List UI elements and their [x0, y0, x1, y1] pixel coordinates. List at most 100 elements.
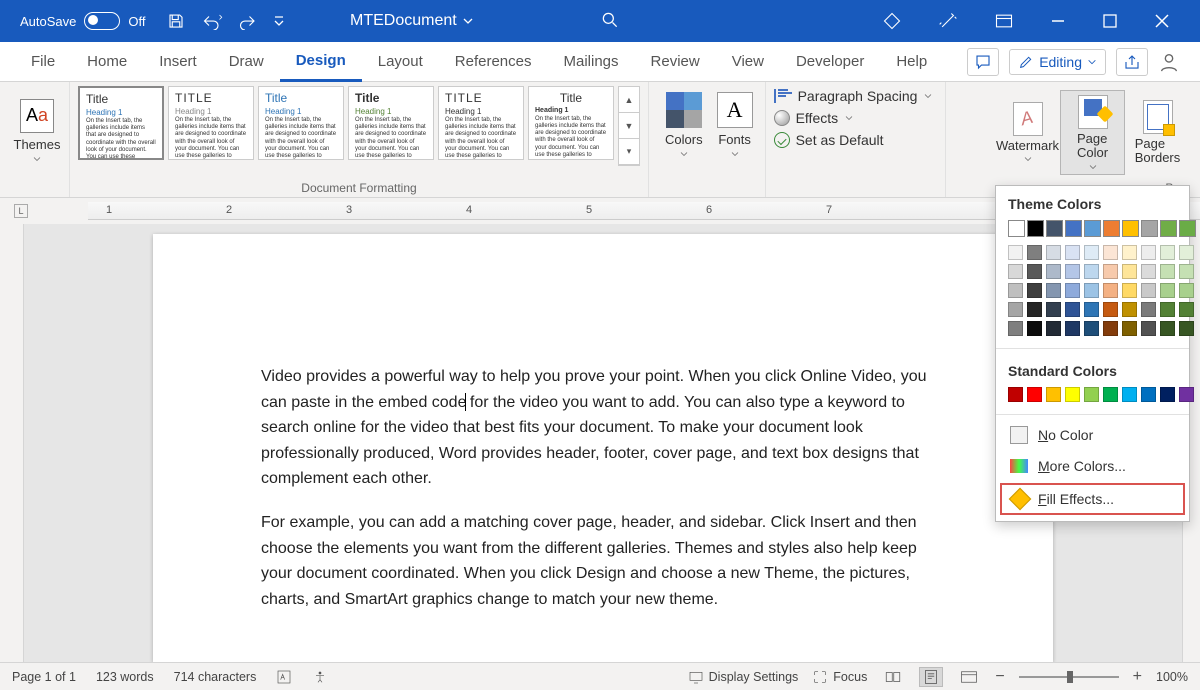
color-swatch[interactable] [1084, 387, 1099, 402]
color-swatch[interactable] [1027, 302, 1042, 317]
close-icon[interactable] [1154, 13, 1170, 29]
color-swatch[interactable] [1046, 283, 1061, 298]
color-swatch[interactable] [1027, 245, 1042, 260]
color-swatch[interactable] [1103, 220, 1120, 237]
color-swatch[interactable] [1065, 321, 1080, 336]
color-swatch[interactable] [1084, 283, 1099, 298]
color-swatch[interactable] [1122, 220, 1139, 237]
color-swatch[interactable] [1179, 302, 1194, 317]
color-swatch[interactable] [1065, 264, 1080, 279]
document-title[interactable]: MTEDocument [350, 12, 474, 30]
color-swatch[interactable] [1160, 302, 1175, 317]
qat-customize-icon[interactable] [273, 15, 285, 27]
share-button[interactable] [1116, 48, 1148, 76]
color-swatch[interactable] [1065, 220, 1082, 237]
page-color-button[interactable]: PageColor [1060, 90, 1125, 175]
color-swatch[interactable] [1084, 220, 1101, 237]
zoom-level[interactable]: 100% [1156, 670, 1188, 684]
color-swatch[interactable] [1027, 321, 1042, 336]
tab-view[interactable]: View [716, 42, 780, 82]
page-borders-button[interactable]: PageBorders [1125, 90, 1190, 175]
tab-draw[interactable]: Draw [213, 42, 280, 82]
style-card[interactable]: TitleHeading 1On the Insert tab, the gal… [78, 86, 164, 160]
color-swatch[interactable] [1122, 283, 1137, 298]
minimize-icon[interactable] [1050, 13, 1066, 29]
no-color-item[interactable]: No Color [996, 419, 1189, 451]
set-as-default-button[interactable]: Set as Default [774, 132, 934, 148]
fill-effects-item[interactable]: Fill Effects... [1000, 483, 1185, 515]
color-swatch[interactable] [1160, 245, 1175, 260]
tab-insert[interactable]: Insert [143, 42, 213, 82]
color-swatch[interactable] [1141, 245, 1156, 260]
color-swatch[interactable] [1008, 321, 1023, 336]
color-swatch[interactable] [1179, 387, 1194, 402]
color-swatch[interactable] [1103, 245, 1118, 260]
tab-mailings[interactable]: Mailings [548, 42, 635, 82]
document-page[interactable]: Video provides a powerful way to help yo… [153, 234, 1053, 662]
color-swatch[interactable] [1027, 264, 1042, 279]
color-swatch[interactable] [1027, 220, 1044, 237]
watermark-button[interactable]: Watermark [995, 90, 1060, 175]
redo-icon[interactable] [239, 12, 257, 30]
color-swatch[interactable] [1103, 387, 1118, 402]
maximize-icon[interactable] [1102, 13, 1118, 29]
zoom-in-button[interactable]: + [1133, 668, 1142, 686]
wand-icon[interactable] [938, 11, 958, 31]
color-swatch[interactable] [1046, 387, 1061, 402]
save-icon[interactable] [167, 12, 185, 30]
color-swatch[interactable] [1141, 387, 1156, 402]
color-swatch[interactable] [1046, 321, 1061, 336]
character-count[interactable]: 714 characters [174, 670, 257, 684]
display-settings-button[interactable]: Display Settings [688, 669, 799, 685]
more-colors-item[interactable]: More Colors... [996, 451, 1189, 481]
color-swatch[interactable] [1141, 321, 1156, 336]
spelling-icon[interactable] [276, 669, 292, 685]
style-card[interactable]: TITLEHeading 1On the Insert tab, the gal… [168, 86, 254, 160]
diamond-icon[interactable] [882, 11, 902, 31]
style-card[interactable]: TitleHeading 1On the Insert tab, the gal… [258, 86, 344, 160]
color-swatch[interactable] [1103, 283, 1118, 298]
color-swatch[interactable] [1160, 264, 1175, 279]
color-swatch[interactable] [1103, 302, 1118, 317]
color-swatch[interactable] [1160, 220, 1177, 237]
style-card[interactable]: TitleHeading 1On the Insert tab, the gal… [348, 86, 434, 160]
color-swatch[interactable] [1065, 387, 1080, 402]
style-gallery[interactable]: TitleHeading 1On the Insert tab, the gal… [78, 86, 640, 166]
color-swatch[interactable] [1179, 264, 1194, 279]
style-card[interactable]: TITLEHeading 1On the Insert tab, the gal… [438, 86, 524, 160]
search-button[interactable] [600, 10, 620, 33]
color-swatch[interactable] [1122, 321, 1137, 336]
autosave-toggle[interactable]: AutoSave Off [20, 12, 145, 30]
color-swatch[interactable] [1065, 283, 1080, 298]
color-swatch[interactable] [1008, 264, 1023, 279]
color-swatch[interactable] [1141, 283, 1156, 298]
tab-review[interactable]: Review [635, 42, 716, 82]
color-swatch[interactable] [1046, 264, 1061, 279]
color-swatch[interactable] [1141, 220, 1158, 237]
color-swatch[interactable] [1027, 387, 1042, 402]
color-swatch[interactable] [1046, 245, 1061, 260]
color-swatch[interactable] [1084, 245, 1099, 260]
color-swatch[interactable] [1008, 245, 1023, 260]
ribbon-display-icon[interactable] [994, 11, 1014, 31]
colors-button[interactable]: Colors [665, 92, 703, 157]
zoom-out-button[interactable]: − [995, 668, 1004, 686]
color-swatch[interactable] [1065, 302, 1080, 317]
read-mode-button[interactable] [881, 667, 905, 687]
tab-developer[interactable]: Developer [780, 42, 880, 82]
vertical-ruler[interactable] [0, 224, 24, 662]
accessibility-icon[interactable] [312, 669, 328, 685]
color-swatch[interactable] [1160, 387, 1175, 402]
color-swatch[interactable] [1141, 264, 1156, 279]
tab-home[interactable]: Home [71, 42, 143, 82]
color-swatch[interactable] [1046, 302, 1061, 317]
color-swatch[interactable] [1179, 245, 1194, 260]
page-number[interactable]: Page 1 of 1 [12, 670, 76, 684]
color-swatch[interactable] [1084, 264, 1099, 279]
toggle-off-icon[interactable] [84, 12, 120, 30]
focus-button[interactable]: Focus [812, 669, 867, 685]
color-swatch[interactable] [1084, 321, 1099, 336]
editing-mode-button[interactable]: Editing [1009, 49, 1106, 75]
tab-references[interactable]: References [439, 42, 548, 82]
paragraph-spacing-button[interactable]: Paragraph Spacing [774, 88, 934, 104]
